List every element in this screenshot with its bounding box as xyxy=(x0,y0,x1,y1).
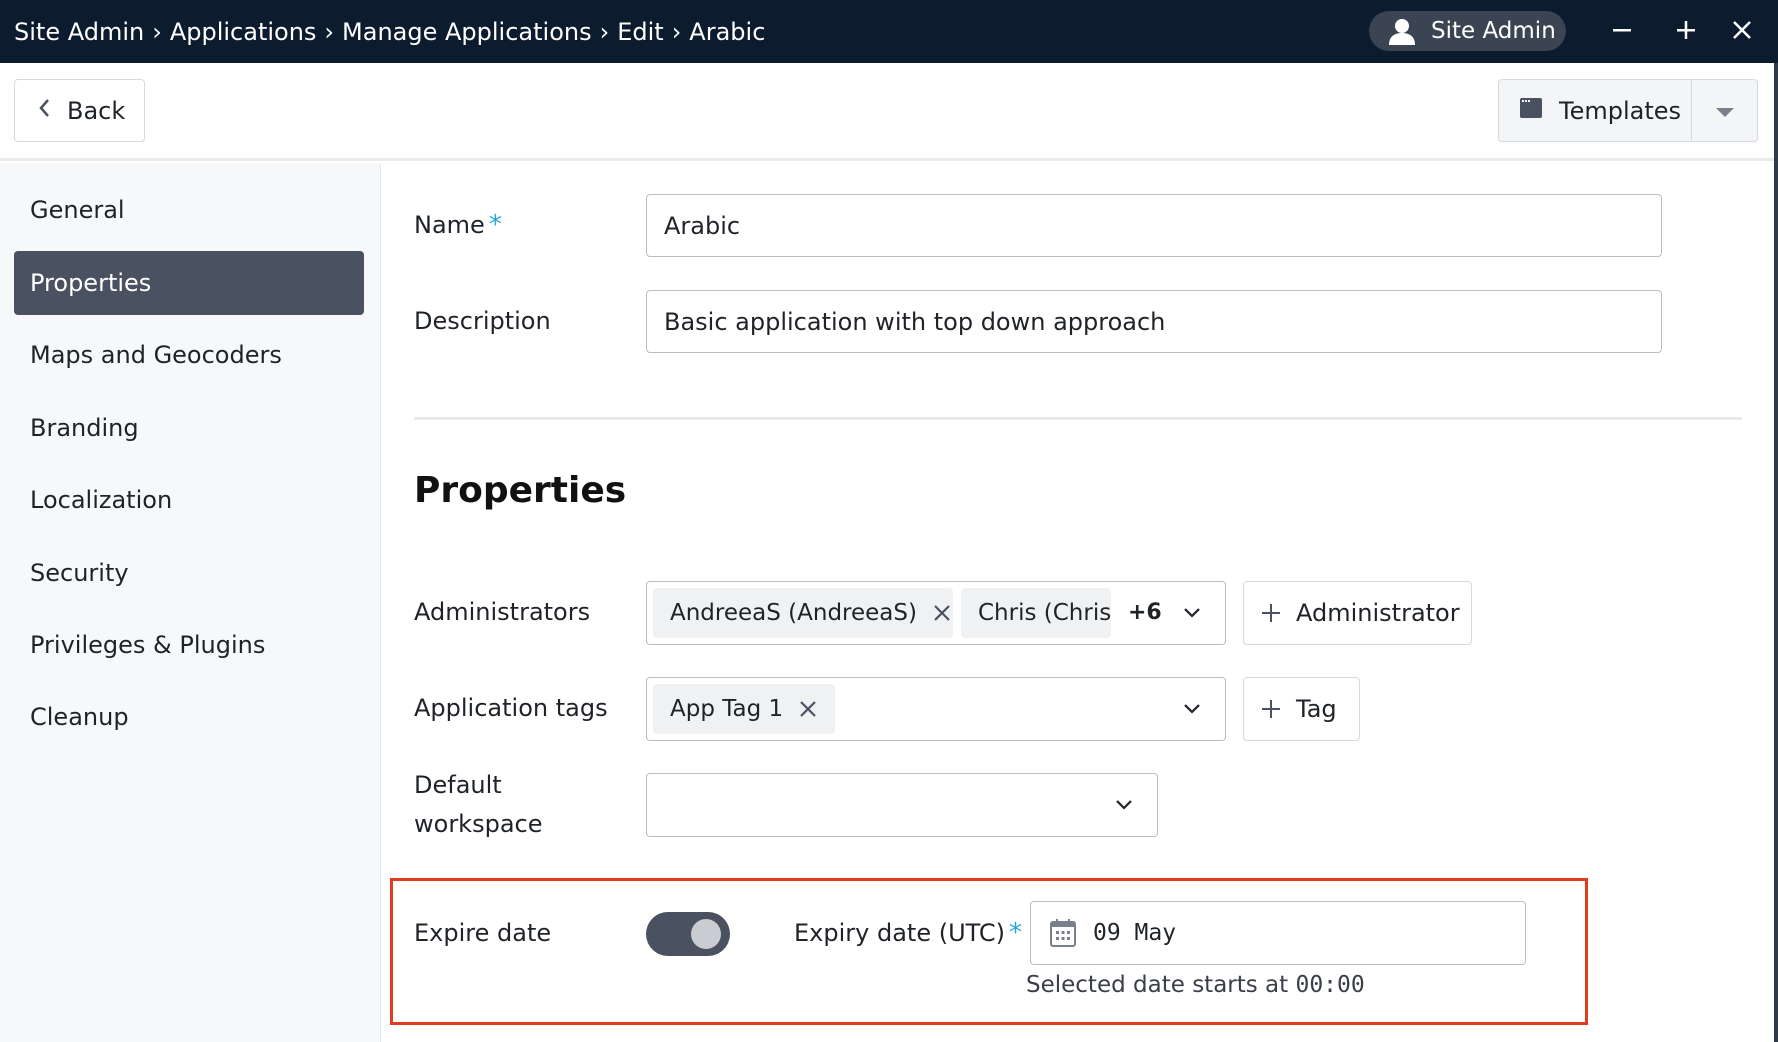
breadcrumb-separator: › xyxy=(152,17,162,46)
plus-icon xyxy=(1260,602,1282,624)
expiry-date-hint: Selected date starts at 00:00 xyxy=(1026,972,1365,998)
default-workspace-label-line2: workspace xyxy=(414,810,543,838)
expiry-date-value: 09 May xyxy=(1093,920,1177,946)
toggle-knob xyxy=(691,919,721,949)
sidebar-item-general[interactable]: General xyxy=(14,178,364,242)
templates-dropdown-button[interactable] xyxy=(1692,97,1757,125)
breadcrumb-separator: › xyxy=(324,17,335,46)
chevron-down-icon[interactable] xyxy=(1182,699,1202,719)
breadcrumb-manage-applications[interactable]: Manage Applications xyxy=(342,18,592,46)
administrator-chip: Chris (Chris) xyxy=(961,588,1111,638)
sidebar-item-privileges-plugins[interactable]: Privileges & Plugins xyxy=(14,613,364,677)
breadcrumb-edit[interactable]: Edit xyxy=(617,18,663,46)
remove-chip-icon[interactable] xyxy=(799,700,817,718)
templates-label: Templates xyxy=(1559,96,1682,125)
user-name: Site Admin xyxy=(1431,18,1556,44)
calendar-icon[interactable] xyxy=(1049,918,1077,948)
section-title: Properties xyxy=(414,470,627,511)
close-icon xyxy=(1731,19,1753,45)
chevron-down-icon[interactable] xyxy=(1182,603,1202,623)
sidebar-item-maps-and-geocoders[interactable]: Maps and Geocoders xyxy=(14,323,364,387)
default-workspace-label-line1: Default xyxy=(414,771,502,799)
window-edge xyxy=(1774,63,1778,1042)
breadcrumb-separator: › xyxy=(599,17,610,46)
breadcrumb-separator: › xyxy=(671,17,682,46)
administrator-chip: AndreeaS (AndreeaS) xyxy=(653,588,953,638)
required-mark: * xyxy=(488,210,502,240)
remove-chip-icon[interactable] xyxy=(933,604,951,622)
minimize-button[interactable] xyxy=(1602,12,1642,52)
minimize-icon xyxy=(1611,19,1633,45)
sidebar-item-properties[interactable]: Properties xyxy=(14,251,364,315)
description-input[interactable]: Basic application with top down approach xyxy=(646,290,1662,353)
back-button[interactable]: Back xyxy=(14,79,145,142)
name-label: Name * xyxy=(414,205,502,245)
default-workspace-select[interactable] xyxy=(646,773,1158,837)
hint-text: Selected date starts at xyxy=(1026,972,1296,998)
add-tag-label: Tag xyxy=(1296,695,1337,723)
section-divider xyxy=(414,417,1742,420)
breadcrumb-site-admin[interactable]: Site Admin xyxy=(14,18,144,46)
breadcrumb-current: Arabic xyxy=(689,17,766,46)
sidebar: General Properties Maps and Geocoders Br… xyxy=(0,164,381,1042)
sidebar-item-localization[interactable]: Localization xyxy=(14,468,364,532)
administrators-more-count[interactable]: +6 xyxy=(1128,600,1162,625)
expiry-date-label-text: Expiry date (UTC) xyxy=(794,919,1006,947)
chevron-left-icon xyxy=(37,97,51,125)
plus-icon xyxy=(1675,19,1697,45)
app-tag-chip: App Tag 1 xyxy=(653,684,835,734)
user-icon xyxy=(1387,16,1417,46)
back-label: Back xyxy=(67,96,126,125)
name-label-text: Name xyxy=(414,211,485,239)
required-mark: * xyxy=(1009,918,1023,948)
close-button[interactable] xyxy=(1722,12,1762,52)
expiry-date-input[interactable]: 09 May xyxy=(1030,901,1526,965)
administrator-chip-label: AndreeaS (AndreeaS) xyxy=(670,600,917,626)
templates-button[interactable]: Templates xyxy=(1499,80,1692,141)
template-icon xyxy=(1519,97,1543,125)
description-label: Description xyxy=(414,307,551,335)
maximize-button[interactable] xyxy=(1666,12,1706,52)
toolbar: Back Templates xyxy=(0,63,1778,161)
breadcrumb-applications[interactable]: Applications xyxy=(170,18,317,46)
expire-date-label: Expire date xyxy=(414,919,552,947)
chevron-down-icon[interactable] xyxy=(1114,795,1134,815)
plus-icon xyxy=(1260,698,1282,720)
add-administrator-button[interactable]: Administrator xyxy=(1243,581,1472,645)
app-tag-chip-label: App Tag 1 xyxy=(670,696,784,722)
breadcrumb: Site Admin › Applications › Manage Appli… xyxy=(14,0,765,63)
caret-down-icon xyxy=(1715,97,1735,125)
user-menu-button[interactable]: Site Admin xyxy=(1369,11,1566,51)
application-tags-label: Application tags xyxy=(414,694,608,722)
administrator-chip-label: Chris (Chris) xyxy=(978,600,1111,626)
add-administrator-label: Administrator xyxy=(1296,599,1460,627)
templates-split-button: Templates xyxy=(1498,79,1758,142)
sidebar-item-cleanup[interactable]: Cleanup xyxy=(14,685,364,749)
expire-date-toggle[interactable] xyxy=(646,912,730,956)
hint-time: 00:00 xyxy=(1295,972,1365,998)
expiry-date-label: Expiry date (UTC) * xyxy=(794,913,1022,953)
title-bar: Site Admin › Applications › Manage Appli… xyxy=(0,0,1778,63)
sidebar-item-security[interactable]: Security xyxy=(14,541,364,605)
add-tag-button[interactable]: Tag xyxy=(1243,677,1360,741)
name-input[interactable]: Arabic xyxy=(646,194,1662,257)
administrators-label: Administrators xyxy=(414,598,591,626)
sidebar-item-branding[interactable]: Branding xyxy=(14,396,364,460)
